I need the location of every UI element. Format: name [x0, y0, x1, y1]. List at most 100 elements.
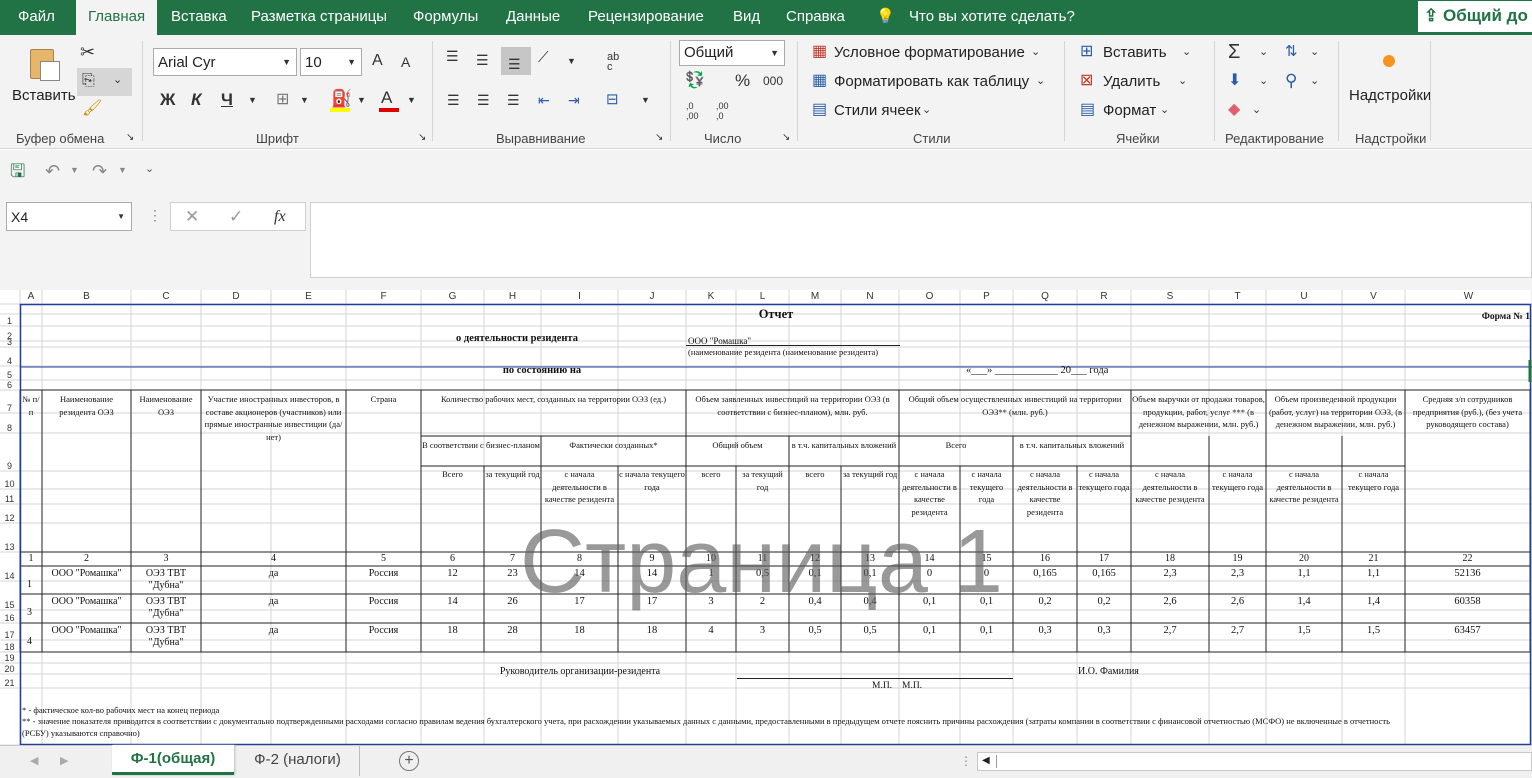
chevron-down-icon[interactable]: ⌄ [1160, 105, 1169, 116]
row-header-15[interactable]: 15 [0, 599, 19, 611]
sort-filter-icon[interactable]: ⇅ [1285, 44, 1298, 59]
column-header-R[interactable]: R [1077, 291, 1131, 303]
clear-icon[interactable]: ◆ [1228, 102, 1240, 118]
chevron-down-icon[interactable]: ▼ [641, 96, 650, 105]
font-name-select[interactable]: Arial Cyr ▼ [153, 48, 297, 76]
insert-function-icon[interactable]: fx [274, 209, 286, 225]
prev-sheet-icon[interactable]: ◀ [30, 756, 38, 767]
conditional-format-icon[interactable]: ▦ [812, 44, 827, 60]
name-box[interactable]: X4 ▼ [6, 202, 132, 231]
column-header-T[interactable]: T [1209, 291, 1266, 303]
column-header-P[interactable]: P [960, 291, 1013, 303]
font-color-icon[interactable]: A [381, 89, 392, 106]
number-format-select[interactable]: Общий ▼ [679, 40, 785, 66]
customize-toolbar-icon[interactable]: ⌄ [145, 164, 154, 175]
chevron-down-icon[interactable]: ▼ [300, 96, 309, 105]
insert-cells-button[interactable]: Вставить [1103, 44, 1167, 61]
column-header-L[interactable]: L [736, 291, 789, 303]
chevron-down-icon[interactable]: ▼ [118, 166, 127, 175]
row-header-1[interactable]: 1 [0, 315, 19, 327]
chevron-down-icon[interactable]: ⌄ [1182, 47, 1191, 58]
column-header-D[interactable]: D [201, 291, 271, 303]
orientation-icon[interactable]: ⟋ [538, 50, 549, 65]
insert-cells-icon[interactable]: ⊞ [1080, 44, 1093, 60]
underline-button[interactable]: Ч [221, 91, 233, 108]
formula-input[interactable] [310, 202, 1532, 278]
wrap-text-icon[interactable]: ab c [607, 52, 625, 73]
conditional-format-button[interactable]: Условное форматирование [834, 44, 1025, 61]
tell-me-search[interactable]: Что вы хотите сделать? [909, 0, 1075, 35]
chevron-down-icon[interactable]: ▼ [70, 166, 79, 175]
column-header-B[interactable]: B [42, 291, 131, 303]
bold-button[interactable]: Ж [160, 91, 175, 108]
grow-font-icon[interactable]: A [372, 53, 383, 69]
tab-page-layout[interactable]: Разметка страницы [251, 0, 387, 35]
tab-formulas[interactable]: Формулы [413, 0, 478, 35]
row-header-14[interactable]: 14 [0, 570, 19, 582]
align-right-icon[interactable]: ☰ [507, 93, 520, 107]
column-header-H[interactable]: H [484, 291, 541, 303]
chevron-down-icon[interactable]: ▼ [407, 96, 416, 105]
format-cells-button[interactable]: Формат [1103, 102, 1156, 119]
dialog-launcher-icon[interactable]: ↘ [655, 133, 663, 143]
column-header-K[interactable]: K [686, 291, 736, 303]
dialog-launcher-icon[interactable]: ↘ [418, 133, 426, 143]
cell-styles-icon[interactable]: ▤ [812, 102, 827, 118]
next-sheet-icon[interactable]: ▶ [60, 756, 68, 767]
delete-cells-button[interactable]: Удалить [1103, 73, 1160, 90]
align-center-icon[interactable]: ☰ [477, 93, 490, 107]
chevron-down-icon[interactable]: ⌄ [1036, 76, 1045, 87]
row-header-16[interactable]: 16 [0, 612, 19, 624]
merge-center-icon[interactable]: ⊟ [606, 92, 619, 107]
column-header-G[interactable]: G [421, 291, 484, 303]
column-header-U[interactable]: U [1266, 291, 1342, 303]
borders-icon[interactable]: ⊞ [276, 92, 289, 108]
decrease-indent-icon[interactable]: ⇤ [538, 93, 550, 107]
row-header-10[interactable]: 10 [0, 478, 19, 490]
sheet-tab-f1[interactable]: Ф-1(общая) [112, 745, 234, 775]
sheet-tab-f2[interactable]: Ф-2 (налоги) [236, 746, 360, 776]
row-header-12[interactable]: 12 [0, 512, 19, 524]
column-header-O[interactable]: O [899, 291, 960, 303]
column-header-I[interactable]: I [541, 291, 618, 303]
chevron-down-icon[interactable]: ▼ [567, 57, 576, 66]
paste-button[interactable]: Вставить [12, 87, 76, 104]
percent-button[interactable]: % [735, 72, 750, 89]
undo-icon[interactable]: ↶ [45, 162, 60, 180]
chevron-down-icon[interactable]: ⌄ [1252, 105, 1261, 116]
save-icon[interactable]: 🖫 [10, 162, 25, 180]
chevron-down-icon[interactable]: ⌄ [922, 105, 931, 116]
addins-button[interactable]: Надстройки [1349, 87, 1431, 104]
redo-icon[interactable]: ↷ [92, 162, 107, 180]
tab-insert[interactable]: Вставка [171, 0, 227, 35]
fill-icon[interactable]: ⬇ [1228, 73, 1241, 89]
chevron-down-icon[interactable]: ⌄ [1259, 47, 1268, 58]
format-as-table-icon[interactable]: ▦ [812, 73, 827, 89]
tab-file[interactable]: Файл [18, 0, 55, 35]
row-header-20[interactable]: 20 [0, 663, 19, 675]
row-header-13[interactable]: 13 [0, 541, 19, 553]
share-button[interactable]: ⇪ Общий до [1418, 1, 1532, 32]
addins-icon[interactable] [1383, 55, 1395, 67]
align-middle-icon[interactable]: ☰ [476, 53, 489, 67]
tab-data[interactable]: Данные [506, 0, 560, 35]
column-header-Q[interactable]: Q [1013, 291, 1077, 303]
column-header-V[interactable]: V [1342, 291, 1405, 303]
row-header-11[interactable]: 11 [0, 493, 19, 505]
currency-icon[interactable]: 💱 [685, 73, 705, 89]
font-size-select[interactable]: 10 ▼ [300, 48, 362, 76]
column-header-W[interactable]: W [1405, 291, 1532, 303]
format-painter-icon[interactable]: 🖌 [82, 101, 102, 117]
column-header-F[interactable]: F [346, 291, 421, 303]
row-header-3[interactable]: 3 [0, 336, 19, 348]
delete-cells-icon[interactable]: ⊠ [1080, 73, 1093, 89]
italic-button[interactable]: К [191, 91, 201, 108]
dialog-launcher-icon[interactable]: ↘ [126, 133, 134, 143]
row-header-21[interactable]: 21 [0, 677, 19, 689]
chevron-down-icon[interactable]: ⌄ [1310, 47, 1319, 58]
cell-styles-button[interactable]: Стили ячеек [834, 102, 921, 119]
shrink-font-icon[interactable]: A [401, 55, 410, 69]
row-header-17[interactable]: 17 [0, 629, 19, 641]
chevron-down-icon[interactable]: ⌄ [1178, 76, 1187, 87]
format-cells-icon[interactable]: ▤ [1080, 102, 1095, 118]
